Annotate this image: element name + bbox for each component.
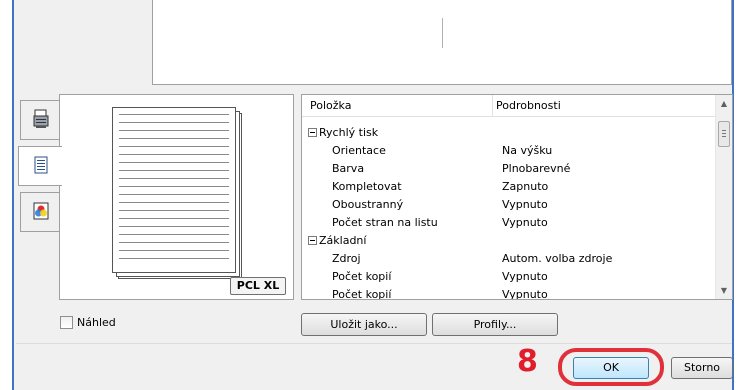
collapse-icon[interactable]	[308, 128, 317, 137]
pdl-badge: PCL XL	[230, 277, 286, 295]
list-item[interactable]: Barva Plnobarevné	[302, 160, 716, 178]
settings-list: Položka Podrobnosti Rychlý tisk Orientace…	[301, 94, 733, 300]
list-item-value: Vypnuto	[502, 198, 548, 211]
profiles-button[interactable]: Profily...	[432, 313, 558, 336]
print-dialog: PCL XL Položka Podrobnosti Rychlý tisk Or…	[0, 0, 738, 390]
cancel-button[interactable]: Storno	[671, 357, 733, 379]
footer-divider	[16, 343, 732, 344]
list-item[interactable]: Kompletovat Zapnuto	[302, 178, 716, 196]
list-item[interactable]: Oboustranný Vypnuto	[302, 196, 716, 214]
printer-icon	[33, 109, 49, 132]
list-header: Položka Podrobnosti	[302, 95, 716, 117]
list-item-value: Zapnuto	[502, 180, 549, 193]
column-header-details[interactable]: Podrobnosti	[496, 99, 561, 112]
list-scrollbar[interactable]: ▲ ▼	[715, 95, 732, 299]
page-preview: PCL XL	[59, 94, 294, 300]
list-item[interactable]: Orientace Na výšku	[302, 142, 716, 160]
step-number-annotation: 8	[517, 344, 538, 379]
top-panel-divider	[442, 18, 443, 48]
list-item-label: Barva	[332, 162, 365, 175]
preview-page-front	[112, 107, 236, 273]
tab-document[interactable]	[18, 146, 62, 186]
list-item-label: Kompletovat	[332, 180, 402, 193]
document-icon	[34, 156, 48, 177]
list-item-label: Rychlý tisk	[319, 126, 379, 139]
tab-printer[interactable]	[20, 100, 60, 140]
color-icon	[33, 202, 49, 223]
list-item[interactable]: Počet stran na listu Vypnuto	[302, 214, 716, 232]
list-rows: Rychlý tisk Orientace Na výšku Barva Plnobar…	[302, 124, 716, 300]
list-item[interactable]: Zdroj Autom. volba zdroje	[302, 250, 716, 268]
list-item[interactable]: Počet kopií Vypnuto	[302, 268, 716, 286]
list-item[interactable]: Rychlý tisk	[302, 124, 716, 142]
tab-color[interactable]	[20, 192, 60, 232]
scroll-down-arrow-icon[interactable]: ▼	[716, 282, 732, 299]
column-separator	[492, 95, 493, 117]
preview-checkbox-label: Náhled	[77, 316, 116, 329]
list-item-value: Vypnuto	[502, 216, 548, 229]
preview-checkbox-wrap[interactable]: Náhled	[60, 316, 116, 329]
preview-text-lines	[119, 114, 229, 266]
scroll-thumb[interactable]	[718, 121, 730, 147]
list-item-value: Vypnuto	[502, 270, 548, 283]
save-as-button[interactable]: Uložit jako...	[301, 313, 427, 336]
list-item-value: Vypnuto	[502, 288, 548, 300]
list-item-label: Zdroj	[332, 252, 361, 265]
list-item-label: Základní	[319, 234, 367, 247]
scroll-up-arrow-icon[interactable]: ▲	[716, 95, 732, 112]
column-header-item[interactable]: Položka	[310, 99, 351, 112]
list-item-label: Počet kopií	[332, 270, 392, 283]
list-item-label: Počet stran na listu	[332, 216, 438, 229]
list-item[interactable]: Základní	[302, 232, 716, 250]
list-item-value: Autom. volba zdroje	[502, 252, 613, 265]
list-item-value: Plnobarevné	[502, 162, 571, 175]
list-item[interactable]: Počet kopií Vypnuto	[302, 286, 716, 300]
scroll-grip	[722, 130, 726, 138]
ok-button[interactable]: OK	[573, 357, 649, 379]
list-item-label: Oboustranný	[332, 198, 404, 211]
window-left-edge	[0, 0, 14, 390]
list-item-label: Počet kopií	[332, 288, 392, 300]
preview-tabs	[16, 94, 62, 270]
list-item-label: Orientace	[332, 144, 386, 157]
preview-checkbox[interactable]	[60, 316, 73, 329]
collapse-icon[interactable]	[308, 236, 317, 245]
top-panel	[152, 0, 732, 85]
list-item-value: Na výšku	[502, 144, 553, 157]
